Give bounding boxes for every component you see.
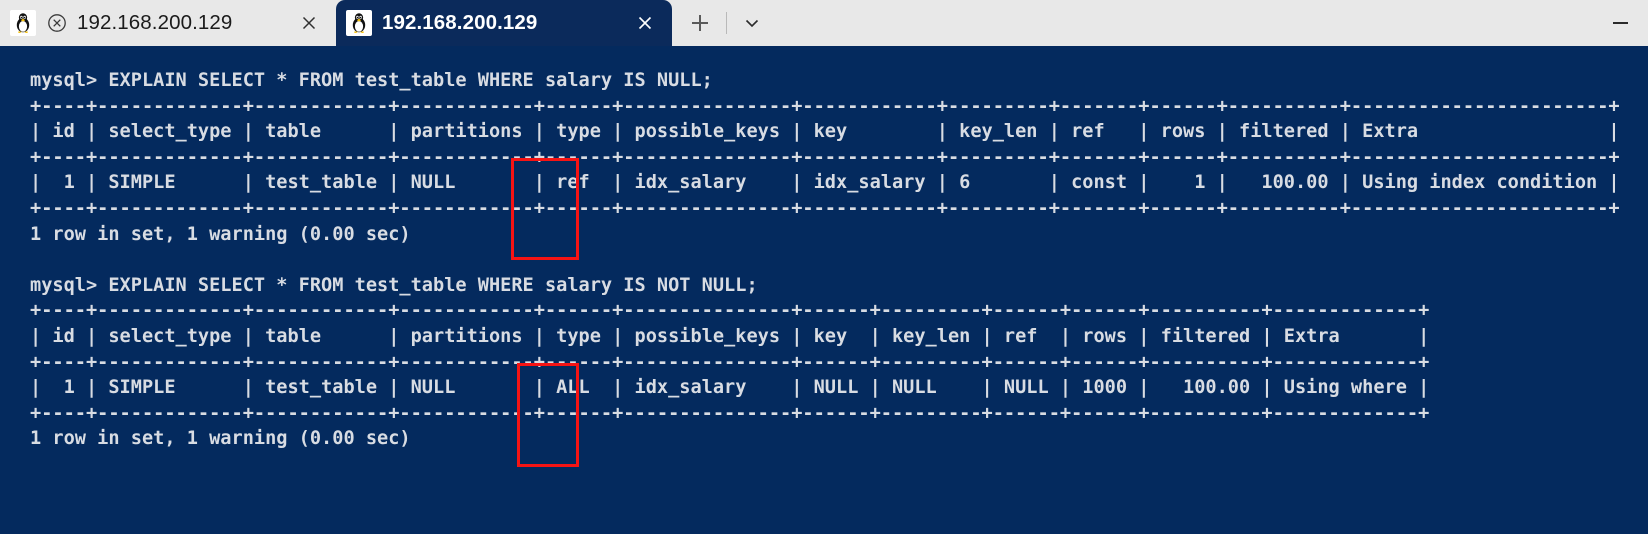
terminal-line: +----+-------------+------------+-------… bbox=[30, 351, 1430, 373]
terminal-line: +----+-------------+------------+-------… bbox=[30, 95, 1620, 117]
minimize-icon bbox=[1612, 22, 1628, 24]
terminal-line: mysql> EXPLAIN SELECT * FROM test_table … bbox=[30, 70, 713, 91]
divider bbox=[726, 12, 727, 34]
tab-title: 192.168.200.129 bbox=[77, 11, 233, 34]
close-icon[interactable] bbox=[632, 10, 658, 36]
terminal-line: 1 row in set, 1 warning (0.00 sec) bbox=[30, 428, 411, 450]
terminal-line: +----+-------------+------------+-------… bbox=[30, 402, 1430, 424]
close-icon[interactable] bbox=[296, 10, 322, 36]
tux-penguin-icon bbox=[346, 10, 372, 36]
circled-x-icon bbox=[46, 13, 67, 34]
new-tab-area bbox=[672, 0, 773, 46]
terminal-line: mysql> EXPLAIN SELECT * FROM test_table … bbox=[30, 274, 758, 296]
terminal-line: | id | select_type | table | partitions … bbox=[30, 325, 1430, 347]
terminal-output-pane[interactable]: mysql> EXPLAIN SELECT * FROM test_table … bbox=[0, 46, 1648, 534]
terminal-line: | 1 | SIMPLE | test_table | NULL | ref |… bbox=[30, 172, 1620, 194]
terminal-line: +----+-------------+------------+-------… bbox=[30, 300, 1430, 322]
terminal-line: +----+-------------+------------+-------… bbox=[30, 197, 1620, 219]
tab-active-192-168-200-129[interactable]: 192.168.200.129 bbox=[336, 0, 672, 46]
title-bar: 192.168.200.129 192.168.200.129 bbox=[0, 0, 1648, 46]
plus-icon[interactable] bbox=[678, 1, 722, 45]
tab-title: 192.168.200.129 bbox=[382, 11, 538, 34]
window-controls bbox=[1592, 0, 1648, 46]
terminal-line: | 1 | SIMPLE | test_table | NULL | ALL |… bbox=[30, 377, 1430, 399]
tab-inactive-192-168-200-129[interactable]: 192.168.200.129 bbox=[0, 0, 336, 46]
chevron-down-icon[interactable] bbox=[731, 1, 773, 45]
terminal-line: 1 row in set, 1 warning (0.00 sec) bbox=[30, 223, 411, 245]
tab-strip: 192.168.200.129 192.168.200.129 bbox=[0, 0, 773, 46]
terminal-line: | id | select_type | table | partitions … bbox=[30, 121, 1620, 143]
tux-penguin-icon bbox=[10, 10, 36, 36]
minimize-button[interactable] bbox=[1592, 0, 1648, 46]
terminal-line: +----+-------------+------------+-------… bbox=[30, 146, 1620, 168]
